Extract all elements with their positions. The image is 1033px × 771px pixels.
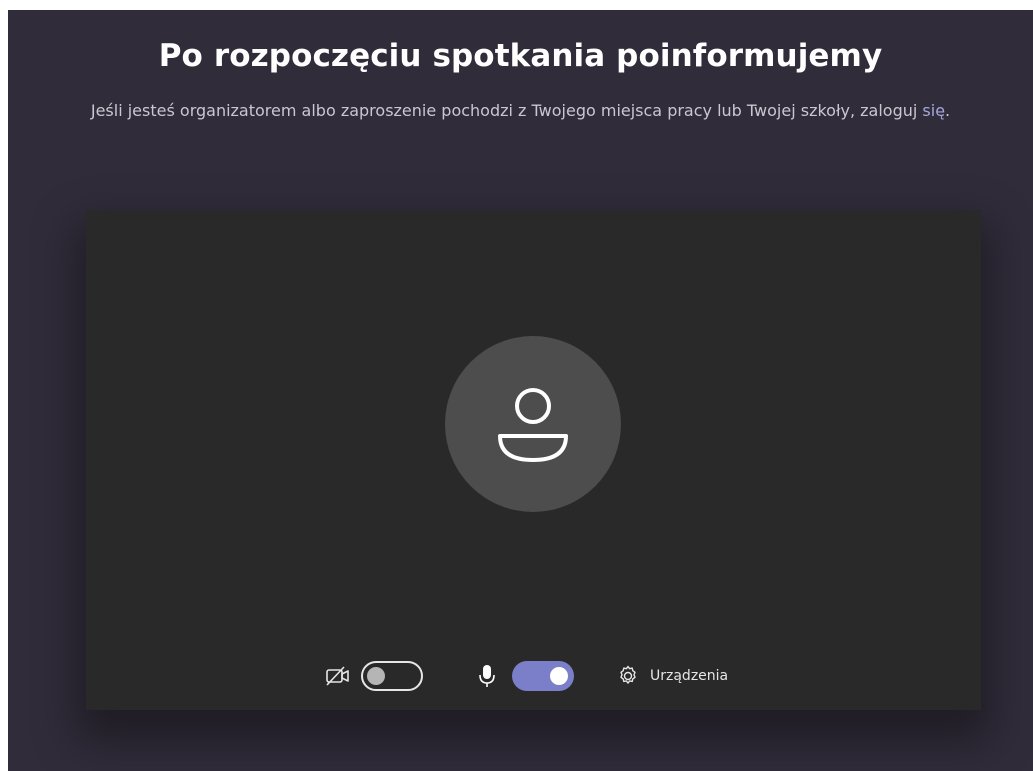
sign-in-hint-text: Jeśli jesteś organizatorem albo zaprosze…: [90, 101, 923, 120]
microphone-control: [477, 658, 574, 694]
camera-toggle[interactable]: [361, 661, 423, 691]
pre-join-screen: Po rozpoczęciu spotkania poinformujemy J…: [8, 10, 1033, 771]
sign-in-link[interactable]: się: [922, 101, 945, 120]
devices-label: Urządzenia: [650, 668, 729, 684]
gear-icon: [620, 665, 636, 684]
person-icon: [498, 388, 568, 462]
microphone-icon[interactable]: [477, 663, 497, 689]
microphone-toggle-knob: [550, 667, 568, 685]
camera-control: [325, 658, 423, 694]
avatar: [445, 336, 621, 512]
sign-in-hint-end: .: [945, 101, 951, 120]
microphone-toggle[interactable]: [512, 661, 574, 691]
camera-toggle-knob: [367, 667, 385, 685]
video-preview: Urządzenia: [86, 210, 981, 710]
device-controls: Urządzenia: [86, 658, 981, 694]
devices-button[interactable]: Urządzenia: [616, 658, 728, 694]
page-title: Po rozpoczęciu spotkania poinformujemy: [158, 38, 883, 74]
camera-off-icon[interactable]: [325, 665, 353, 687]
sign-in-hint: Jeśli jesteś organizatorem albo zaprosze…: [88, 96, 953, 126]
